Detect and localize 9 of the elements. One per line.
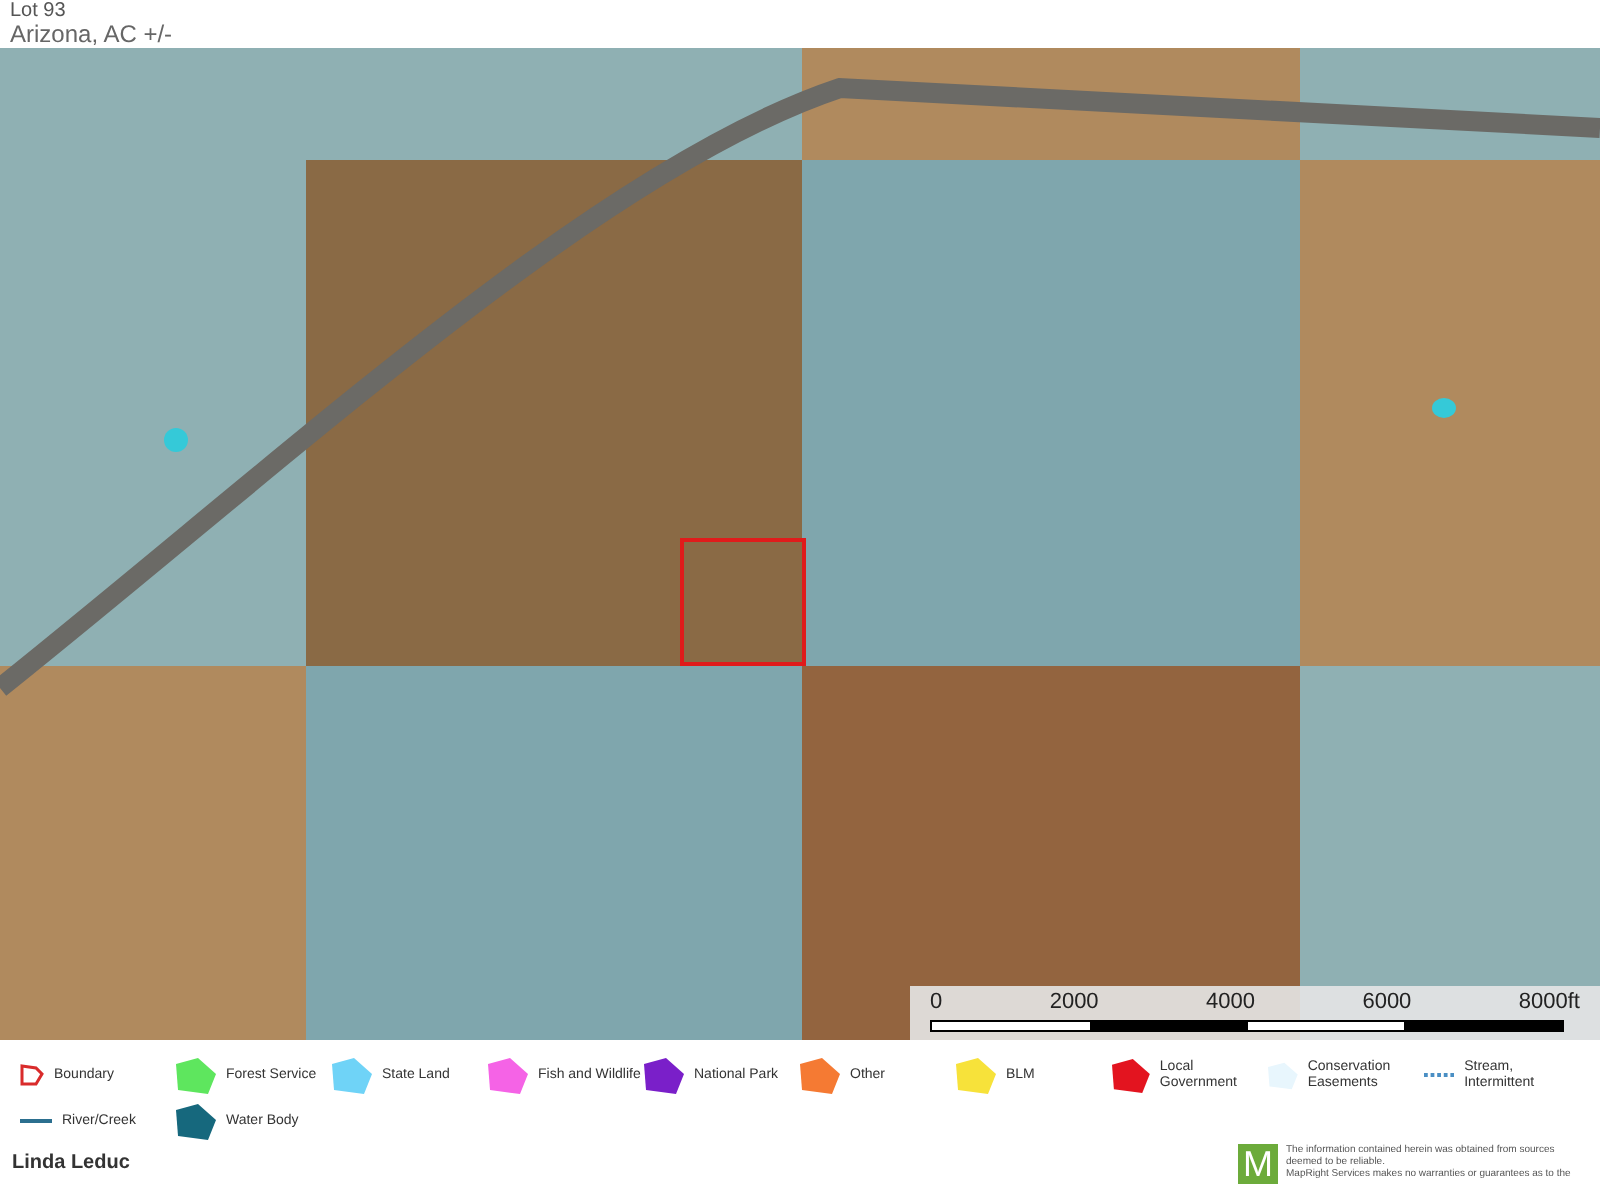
scale-label: 2000 [1049, 990, 1099, 1014]
scale-label: 6000 [1362, 990, 1412, 1014]
scale-label: 4000 [1206, 990, 1255, 1014]
scale-label: 8000ft [1518, 990, 1580, 1014]
logo: M [1238, 1144, 1278, 1184]
scale-label: 0 [930, 990, 943, 1014]
location-subtitle: Arizona, AC +/- [10, 22, 175, 48]
agent-name: Linda Leduc [12, 1150, 130, 1178]
lot-title: Lot 93 [10, 0, 68, 22]
